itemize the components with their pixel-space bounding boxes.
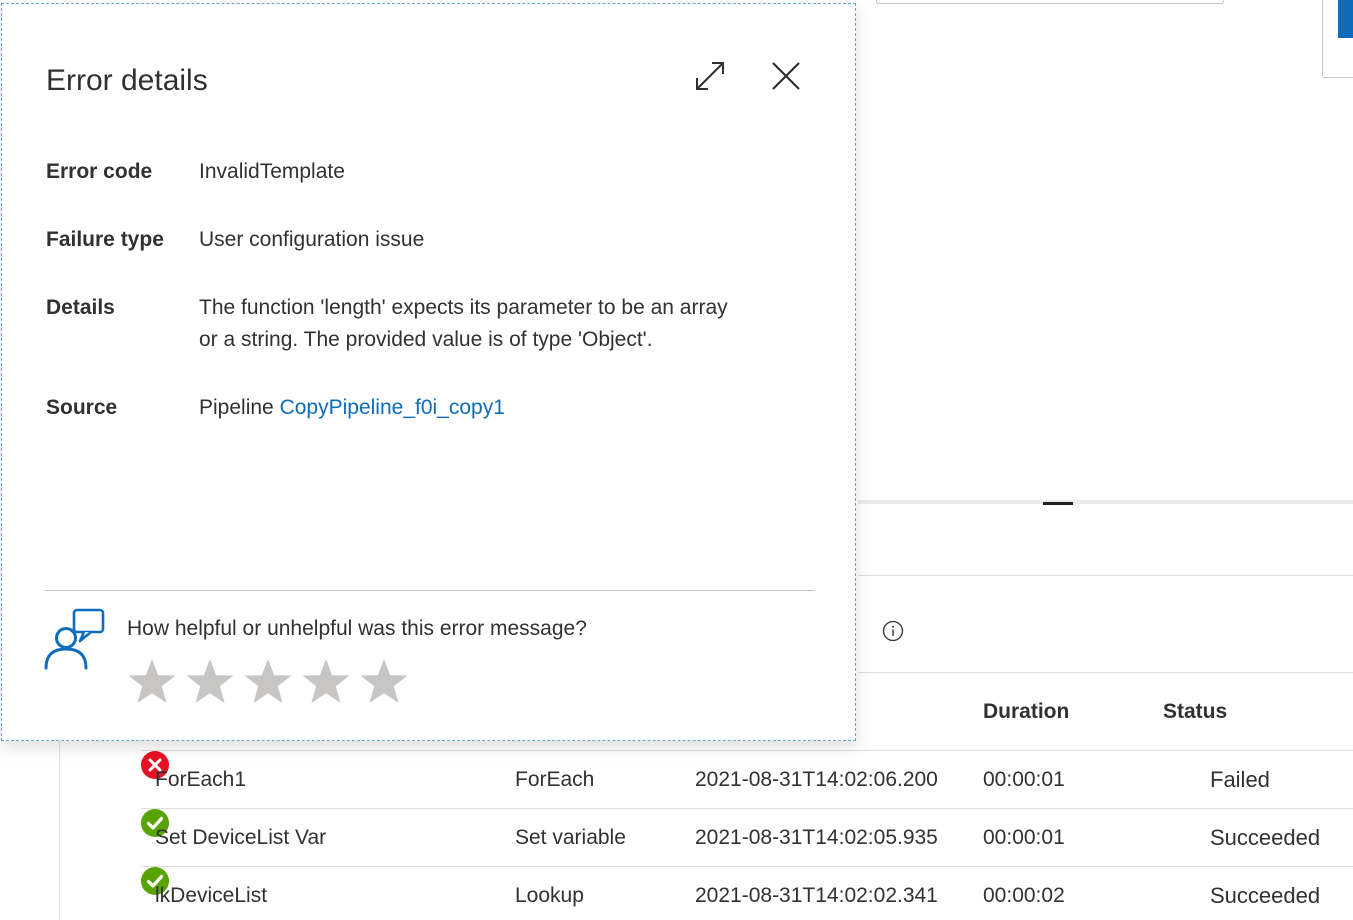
run-status: Succeeded [1210, 883, 1321, 908]
run-start: 2021-08-31T14:02:06.200 [695, 768, 938, 791]
column-header-duration[interactable]: Duration [983, 700, 1069, 724]
star-icon[interactable] [242, 656, 294, 708]
activity-name[interactable]: Set DeviceList Var [155, 826, 326, 850]
activity-type: Set variable [515, 826, 626, 849]
run-status: Failed [1210, 767, 1270, 792]
details-line-1: The function 'length' expects its parame… [199, 296, 728, 319]
error-code-label: Error code [46, 160, 153, 183]
run-start: 2021-08-31T14:02:02.341 [695, 884, 938, 907]
error-code-value: InvalidTemplate [199, 160, 345, 183]
feedback-divider [45, 590, 815, 591]
source-label: Source [46, 396, 118, 419]
close-icon [772, 62, 800, 90]
activity-name[interactable]: lkDeviceList [155, 884, 267, 908]
table-header-divider [858, 672, 1353, 673]
source-value: Pipeline CopyPipeline_f0i_copy1 [199, 392, 505, 424]
run-status: Succeeded [1210, 825, 1321, 850]
activity-type: ForEach [515, 768, 595, 791]
table-row[interactable]: Set DeviceList Var Set variable 2021-08-… [141, 808, 1353, 866]
table-row[interactable]: lkDeviceList Lookup 2021-08-31T14:02:02.… [141, 866, 1353, 920]
star-icon[interactable] [126, 656, 178, 708]
section-divider [858, 575, 1353, 576]
details-value: The function 'length' expects its parame… [199, 292, 728, 356]
activity-runs-table: ForEach1 ForEach 2021-08-31T14:02:06.200… [141, 750, 1353, 920]
error-details-panel: Error details Error code InvalidTemplate… [1, 3, 856, 741]
close-button[interactable] [766, 56, 806, 96]
star-icon[interactable] [300, 656, 352, 708]
left-border-line [59, 740, 60, 920]
pane-splitter-handle[interactable] [1043, 502, 1073, 505]
background-input-box[interactable] [876, 0, 1224, 4]
pane-splitter[interactable] [858, 500, 1353, 504]
source-prefix: Pipeline [199, 396, 274, 419]
rating-stars[interactable] [126, 656, 410, 708]
star-icon[interactable] [358, 656, 410, 708]
feedback-person-icon [44, 608, 105, 670]
activity-name[interactable]: ForEach1 [155, 768, 246, 792]
table-row[interactable]: ForEach1 ForEach 2021-08-31T14:02:06.200… [141, 750, 1353, 808]
run-duration: 00:00:02 [983, 884, 1065, 907]
run-start: 2021-08-31T14:02:05.935 [695, 826, 938, 849]
failure-type-value: User configuration issue [199, 228, 425, 251]
run-duration: 00:00:01 [983, 768, 1065, 791]
panel-title: Error details [46, 64, 208, 97]
run-duration: 00:00:01 [983, 826, 1065, 849]
feedback-question: How helpful or unhelpful was this error … [127, 617, 587, 640]
details-label: Details [46, 296, 115, 319]
column-header-status[interactable]: Status [1163, 700, 1227, 724]
details-line-2: or a string. The provided value is of ty… [199, 328, 653, 351]
activity-type: Lookup [515, 884, 584, 907]
failure-type-label: Failure type [46, 228, 164, 251]
pipeline-link[interactable]: CopyPipeline_f0i_copy1 [280, 396, 505, 419]
info-icon[interactable] [882, 620, 904, 642]
star-icon[interactable] [184, 656, 236, 708]
background-accent-bar [1338, 0, 1353, 38]
expand-button[interactable] [690, 56, 730, 96]
expand-icon [696, 62, 724, 90]
